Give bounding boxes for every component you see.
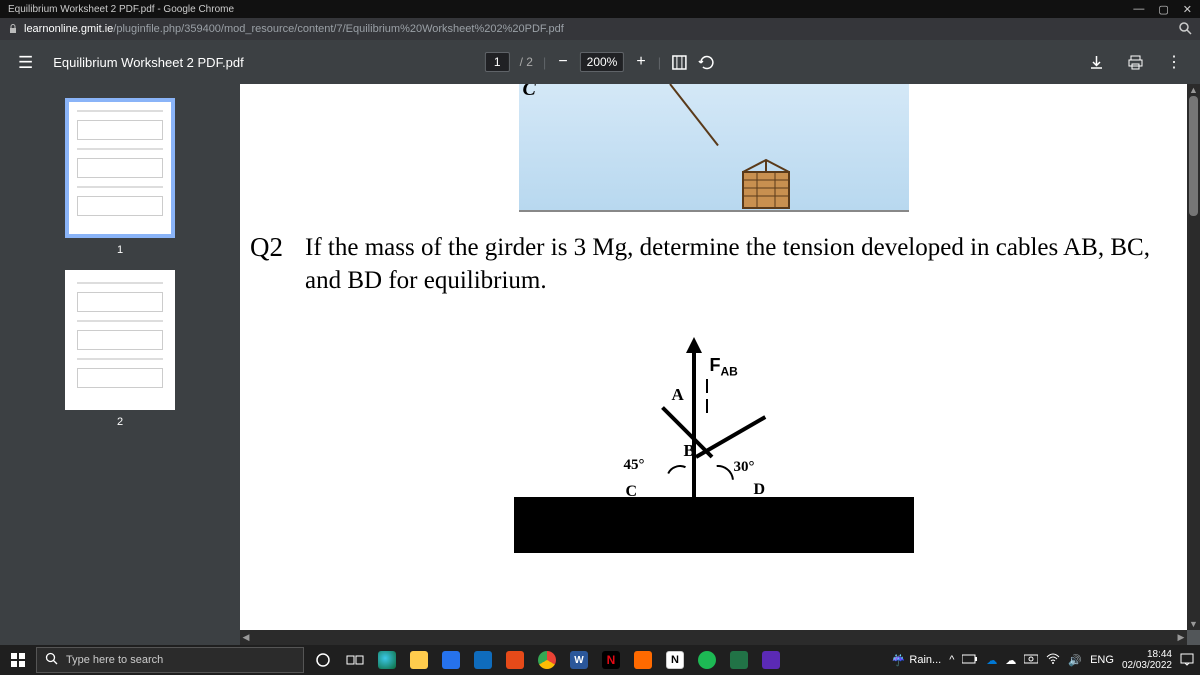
search-placeholder: Type here to search xyxy=(66,654,163,666)
windows-taskbar: Type here to search W N N ☔ Rain... ^ ☁ … xyxy=(0,645,1200,675)
question-number: Q2 xyxy=(250,232,283,297)
start-button[interactable] xyxy=(0,653,36,667)
horizontal-scrollbar[interactable]: ◀ ▶ xyxy=(240,630,1187,645)
lock-icon xyxy=(8,24,18,34)
page-number-input[interactable]: 1 xyxy=(485,52,510,72)
zoom-out-button[interactable]: − xyxy=(556,53,569,71)
question-block: Q2 If the mass of the girder is 3 Mg, de… xyxy=(240,214,1187,297)
notion-icon[interactable]: N xyxy=(662,647,688,673)
url-host: learnonline.gmit.ie xyxy=(24,23,113,35)
label-angle-45: 45° xyxy=(624,457,645,474)
girder-diagram: FAB A B 45° 30° C D xyxy=(514,337,914,567)
onedrive-icon[interactable]: ☁ xyxy=(986,654,997,667)
maximize-icon[interactable]: ▢ xyxy=(1158,3,1168,16)
fit-page-icon[interactable] xyxy=(671,54,688,71)
thumbnail-1-label: 1 xyxy=(117,244,123,256)
menu-icon[interactable]: ☰ xyxy=(18,54,33,71)
page-search-icon[interactable] xyxy=(1178,21,1192,38)
office-icon[interactable] xyxy=(502,647,528,673)
weather-widget[interactable]: ☔ Rain... xyxy=(892,654,942,667)
scroll-down-icon[interactable]: ▼ xyxy=(1187,618,1200,630)
window-titlebar: Equilibrium Worksheet 2 PDF.pdf - Google… xyxy=(0,0,1200,18)
camera-icon[interactable] xyxy=(1024,654,1038,667)
thumbnail-2-label: 2 xyxy=(117,416,123,428)
clock[interactable]: 18:44 02/03/2022 xyxy=(1122,649,1172,671)
thumbnail-1[interactable] xyxy=(65,98,175,238)
spotify-icon[interactable] xyxy=(694,647,720,673)
rain-icon: ☔ xyxy=(892,654,906,667)
thumbnail-2[interactable] xyxy=(65,270,175,410)
download-icon[interactable] xyxy=(1088,54,1105,71)
print-icon[interactable] xyxy=(1127,54,1144,71)
word-icon[interactable]: W xyxy=(566,647,592,673)
thumbnail-sidebar: 1 2 xyxy=(0,84,240,645)
tray-chevron-icon[interactable]: ^ xyxy=(949,654,954,666)
pdf-filename: Equilibrium Worksheet 2 PDF.pdf xyxy=(53,55,244,70)
notifications-icon[interactable] xyxy=(1180,652,1194,669)
zoom-in-button[interactable]: + xyxy=(634,53,647,71)
crate-icon xyxy=(739,158,793,210)
zoom-level[interactable]: 200% xyxy=(580,52,625,72)
netflix-icon[interactable]: N xyxy=(598,647,624,673)
chrome-icon[interactable] xyxy=(534,647,560,673)
app-icon[interactable] xyxy=(630,647,656,673)
search-icon xyxy=(45,652,58,668)
question-text: If the mass of the girder is 3 Mg, deter… xyxy=(305,232,1161,297)
volume-icon[interactable]: 🔊 xyxy=(1068,654,1082,667)
language-indicator[interactable]: ENG xyxy=(1090,654,1114,666)
excel-icon[interactable] xyxy=(726,647,752,673)
pdf-toolbar: ☰ Equilibrium Worksheet 2 PDF.pdf 1 / 2 … xyxy=(0,40,1200,84)
scroll-up-icon[interactable]: ▲ xyxy=(1187,84,1200,96)
vertical-scrollbar[interactable]: ▲ ▼ xyxy=(1187,84,1200,630)
taskbar-search[interactable]: Type here to search xyxy=(36,647,304,673)
cortana-icon[interactable] xyxy=(310,647,336,673)
label-c-top: C xyxy=(523,84,536,101)
figure-top: C xyxy=(519,84,909,214)
pdf-page-view[interactable]: C Q2 If the mass of the girder is 3 Mg, … xyxy=(240,84,1200,645)
wifi-icon[interactable] xyxy=(1046,653,1060,667)
rotate-icon[interactable] xyxy=(698,54,715,71)
battery-icon[interactable] xyxy=(962,654,978,667)
explorer-icon[interactable] xyxy=(406,647,432,673)
app-icon-2[interactable] xyxy=(758,647,784,673)
url-path: /pluginfile.php/359400/mod_resource/cont… xyxy=(113,23,563,35)
tab-title: Equilibrium Worksheet 2 PDF.pdf - Google… xyxy=(8,4,234,15)
minimize-icon[interactable]: — xyxy=(1133,3,1144,16)
edge-icon[interactable] xyxy=(374,647,400,673)
label-angle-30: 30° xyxy=(734,459,755,476)
scroll-left-icon[interactable]: ◀ xyxy=(240,630,252,645)
close-icon[interactable]: ✕ xyxy=(1183,3,1192,16)
task-view-icon[interactable] xyxy=(342,647,368,673)
store-icon[interactable] xyxy=(438,647,464,673)
address-bar[interactable]: learnonline.gmit.ie /pluginfile.php/3594… xyxy=(0,18,1200,40)
label-fab: FAB xyxy=(710,355,738,379)
label-a: A xyxy=(672,385,684,405)
scroll-right-icon[interactable]: ▶ xyxy=(1175,630,1187,645)
page-count: / 2 xyxy=(520,55,533,69)
mail-icon[interactable] xyxy=(470,647,496,673)
more-icon[interactable]: ⋮ xyxy=(1166,52,1182,72)
cloud-icon[interactable]: ☁ xyxy=(1005,654,1016,667)
label-b: B xyxy=(684,441,695,461)
